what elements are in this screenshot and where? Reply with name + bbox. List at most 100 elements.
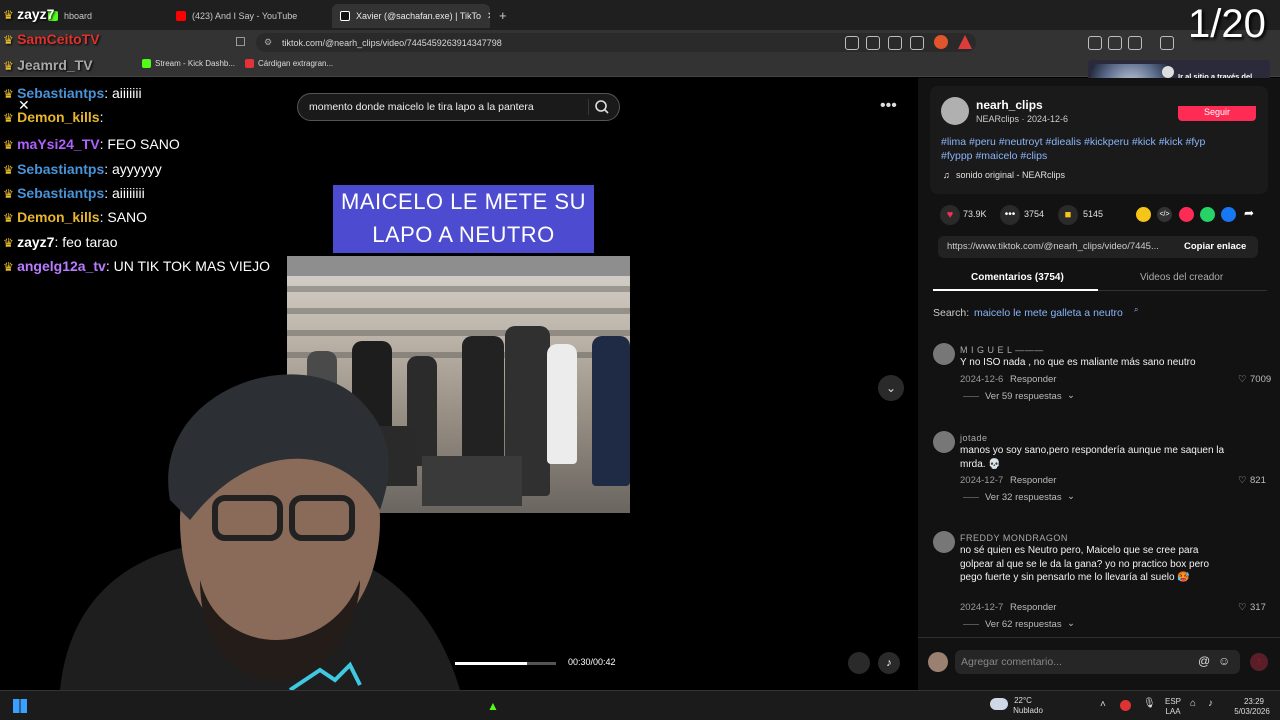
- view-replies-button[interactable]: Ver 59 respuestas: [985, 391, 1062, 402]
- chat-username[interactable]: zayz7: [17, 6, 54, 22]
- commenter-avatar[interactable]: [933, 531, 955, 553]
- follow-button[interactable]: Seguir: [1178, 106, 1256, 121]
- clock-date[interactable]: 5/03/2026: [1224, 707, 1280, 717]
- kick-icon: [142, 59, 151, 68]
- copy-link-button[interactable]: Copiar enlace: [1184, 241, 1246, 252]
- chevron-down-icon[interactable]: ⌄: [1067, 390, 1075, 401]
- clock-time[interactable]: 23:29: [1232, 697, 1276, 707]
- tab-creator-videos[interactable]: Videos del creador: [1140, 272, 1223, 283]
- chat-text: : SANO: [99, 209, 148, 225]
- translate-icon[interactable]: [866, 36, 880, 50]
- microphone-icon[interactable]: 🎙: [1143, 698, 1156, 709]
- chat-username[interactable]: Sebastiantps: [17, 185, 104, 201]
- bookmark-kick[interactable]: Stream - Kick Dashb...: [142, 59, 235, 68]
- crown-badge-icon: ♛: [3, 87, 18, 101]
- bookmark-icon[interactable]: ☐: [235, 35, 246, 49]
- search-icon[interactable]: [588, 96, 616, 118]
- puzzle-icon[interactable]: [1108, 36, 1122, 50]
- next-video-icon[interactable]: ⌄: [878, 375, 904, 401]
- heart-icon[interactable]: ♡: [1238, 475, 1247, 486]
- bookmark-ebay[interactable]: Cárdigan extragran...: [245, 59, 333, 68]
- chat-username[interactable]: Sebastiantps: [17, 161, 104, 177]
- crown-badge-icon: ♛: [3, 59, 18, 73]
- share-icon[interactable]: [910, 36, 924, 50]
- pip-icon[interactable]: [848, 652, 870, 674]
- send-icon[interactable]: [1179, 207, 1194, 222]
- chat-username[interactable]: maYsi24_TV: [17, 136, 100, 152]
- post-comment-icon[interactable]: ↑: [1250, 653, 1268, 671]
- close-tab-icon[interactable]: ✕: [487, 11, 490, 22]
- tray-app-icon[interactable]: [1120, 700, 1131, 711]
- share-arrow-icon[interactable]: ➦: [1244, 206, 1254, 220]
- ebay-icon: [245, 59, 254, 68]
- comment-search-query[interactable]: maicelo le mete galleta a neutro: [974, 307, 1123, 319]
- video-link[interactable]: https://www.tiktok.com/@nearh_clips/vide…: [947, 241, 1169, 252]
- comment-input[interactable]: Agregar comentario... @ ☺: [955, 650, 1240, 674]
- embed-icon[interactable]: </>: [1157, 207, 1172, 222]
- commenter-avatar[interactable]: [933, 431, 955, 453]
- view-replies-button[interactable]: Ver 32 respuestas: [985, 492, 1062, 503]
- new-tab-icon[interactable]: +: [499, 8, 507, 23]
- brave-shield-icon[interactable]: [934, 35, 948, 49]
- comment-icon[interactable]: •••: [1000, 205, 1020, 225]
- emoji-icon[interactable]: ☺: [1218, 654, 1230, 668]
- vpn-icon[interactable]: [1088, 36, 1102, 50]
- kick-taskbar-icon[interactable]: ▲: [487, 699, 499, 713]
- chat-text: : ayyyyyy: [104, 161, 162, 177]
- chevron-down-icon[interactable]: ⌄: [1067, 618, 1075, 629]
- lang-1[interactable]: ESP: [1162, 697, 1184, 707]
- network-icon[interactable]: ⌂: [1190, 698, 1196, 709]
- tab-kick-dashboard[interactable]: hboard: [40, 4, 168, 28]
- speaker-icon[interactable]: ♪: [1208, 698, 1213, 709]
- chat-username[interactable]: Demon_kills: [17, 109, 99, 125]
- wallet-icon[interactable]: [1128, 36, 1142, 50]
- commenter-name[interactable]: FREDDY MONDRAGON: [960, 533, 1068, 543]
- whatsapp-icon[interactable]: [1200, 207, 1215, 222]
- sound-name[interactable]: sonido original - NEARclips: [956, 170, 1065, 180]
- heart-icon[interactable]: ♡: [1238, 374, 1247, 385]
- chat-text: : aiiiiiiii: [104, 185, 145, 201]
- crown-badge-icon: ♛: [3, 211, 18, 225]
- extension-icon[interactable]: [845, 36, 859, 50]
- author-handle[interactable]: nearh_clips: [976, 98, 1043, 112]
- like-icon[interactable]: ♥: [940, 205, 960, 225]
- crown-badge-icon: ♛: [3, 8, 18, 22]
- tab-comments[interactable]: Comentarios (3754): [971, 272, 1064, 283]
- reply-button[interactable]: Responder: [1010, 475, 1056, 486]
- media-icon[interactable]: [1160, 36, 1174, 50]
- tab-tiktok[interactable]: Xavier (@sachafan.exe) | TikTo ✕: [332, 4, 490, 28]
- cast-icon[interactable]: [888, 36, 902, 50]
- chat-username[interactable]: SamCeitoTV: [17, 31, 99, 47]
- reply-button[interactable]: Responder: [1010, 602, 1056, 613]
- view-replies-button[interactable]: Ver 62 respuestas: [985, 619, 1062, 630]
- chat-username[interactable]: Jeamrd_TV: [17, 57, 92, 73]
- lang-2[interactable]: LAA: [1162, 707, 1184, 717]
- reply-button[interactable]: Responder: [1010, 374, 1056, 385]
- tab-youtube[interactable]: (423) And I Say - YouTube: [168, 4, 328, 28]
- volume-icon[interactable]: ♪: [878, 652, 900, 674]
- chat-username[interactable]: Sebastiantps: [17, 85, 104, 101]
- mention-icon[interactable]: @: [1198, 654, 1210, 668]
- facebook-icon[interactable]: [1221, 207, 1236, 222]
- chat-username[interactable]: Demon_kills: [17, 209, 99, 225]
- repost-icon[interactable]: [1136, 207, 1151, 222]
- more-options-icon[interactable]: •••: [880, 97, 902, 114]
- bookmark-save-icon[interactable]: ■: [1058, 205, 1078, 225]
- tray-chevron-icon[interactable]: ˄: [1100, 699, 1106, 710]
- site-info-icon[interactable]: ⚙: [264, 37, 272, 48]
- hashtags-line-1[interactable]: #lima #peru #neutroyt #diealis #kickperu…: [941, 136, 1205, 148]
- tiktok-search-input[interactable]: momento donde maicelo le tira lapo a la …: [297, 93, 620, 121]
- crown-badge-icon: ♛: [3, 236, 18, 250]
- windows-start-icon[interactable]: [13, 699, 27, 713]
- author-avatar[interactable]: [941, 97, 969, 125]
- heart-icon[interactable]: ♡: [1238, 602, 1247, 613]
- chat-username[interactable]: angelg12a_tv: [17, 258, 106, 274]
- comment-date: 2024-12-6: [960, 373, 1004, 385]
- hashtags-line-2[interactable]: #fyppp #maicelo #clips: [941, 150, 1047, 162]
- commenter-avatar[interactable]: [933, 343, 955, 365]
- commenter-name[interactable]: jotade: [960, 433, 988, 443]
- chat-username[interactable]: zayz7: [17, 234, 54, 250]
- commenter-name[interactable]: M I G U E L ———: [960, 345, 1044, 355]
- search-small-icon[interactable]: ⌕: [1134, 305, 1138, 315]
- chevron-down-icon[interactable]: ⌄: [1067, 491, 1075, 502]
